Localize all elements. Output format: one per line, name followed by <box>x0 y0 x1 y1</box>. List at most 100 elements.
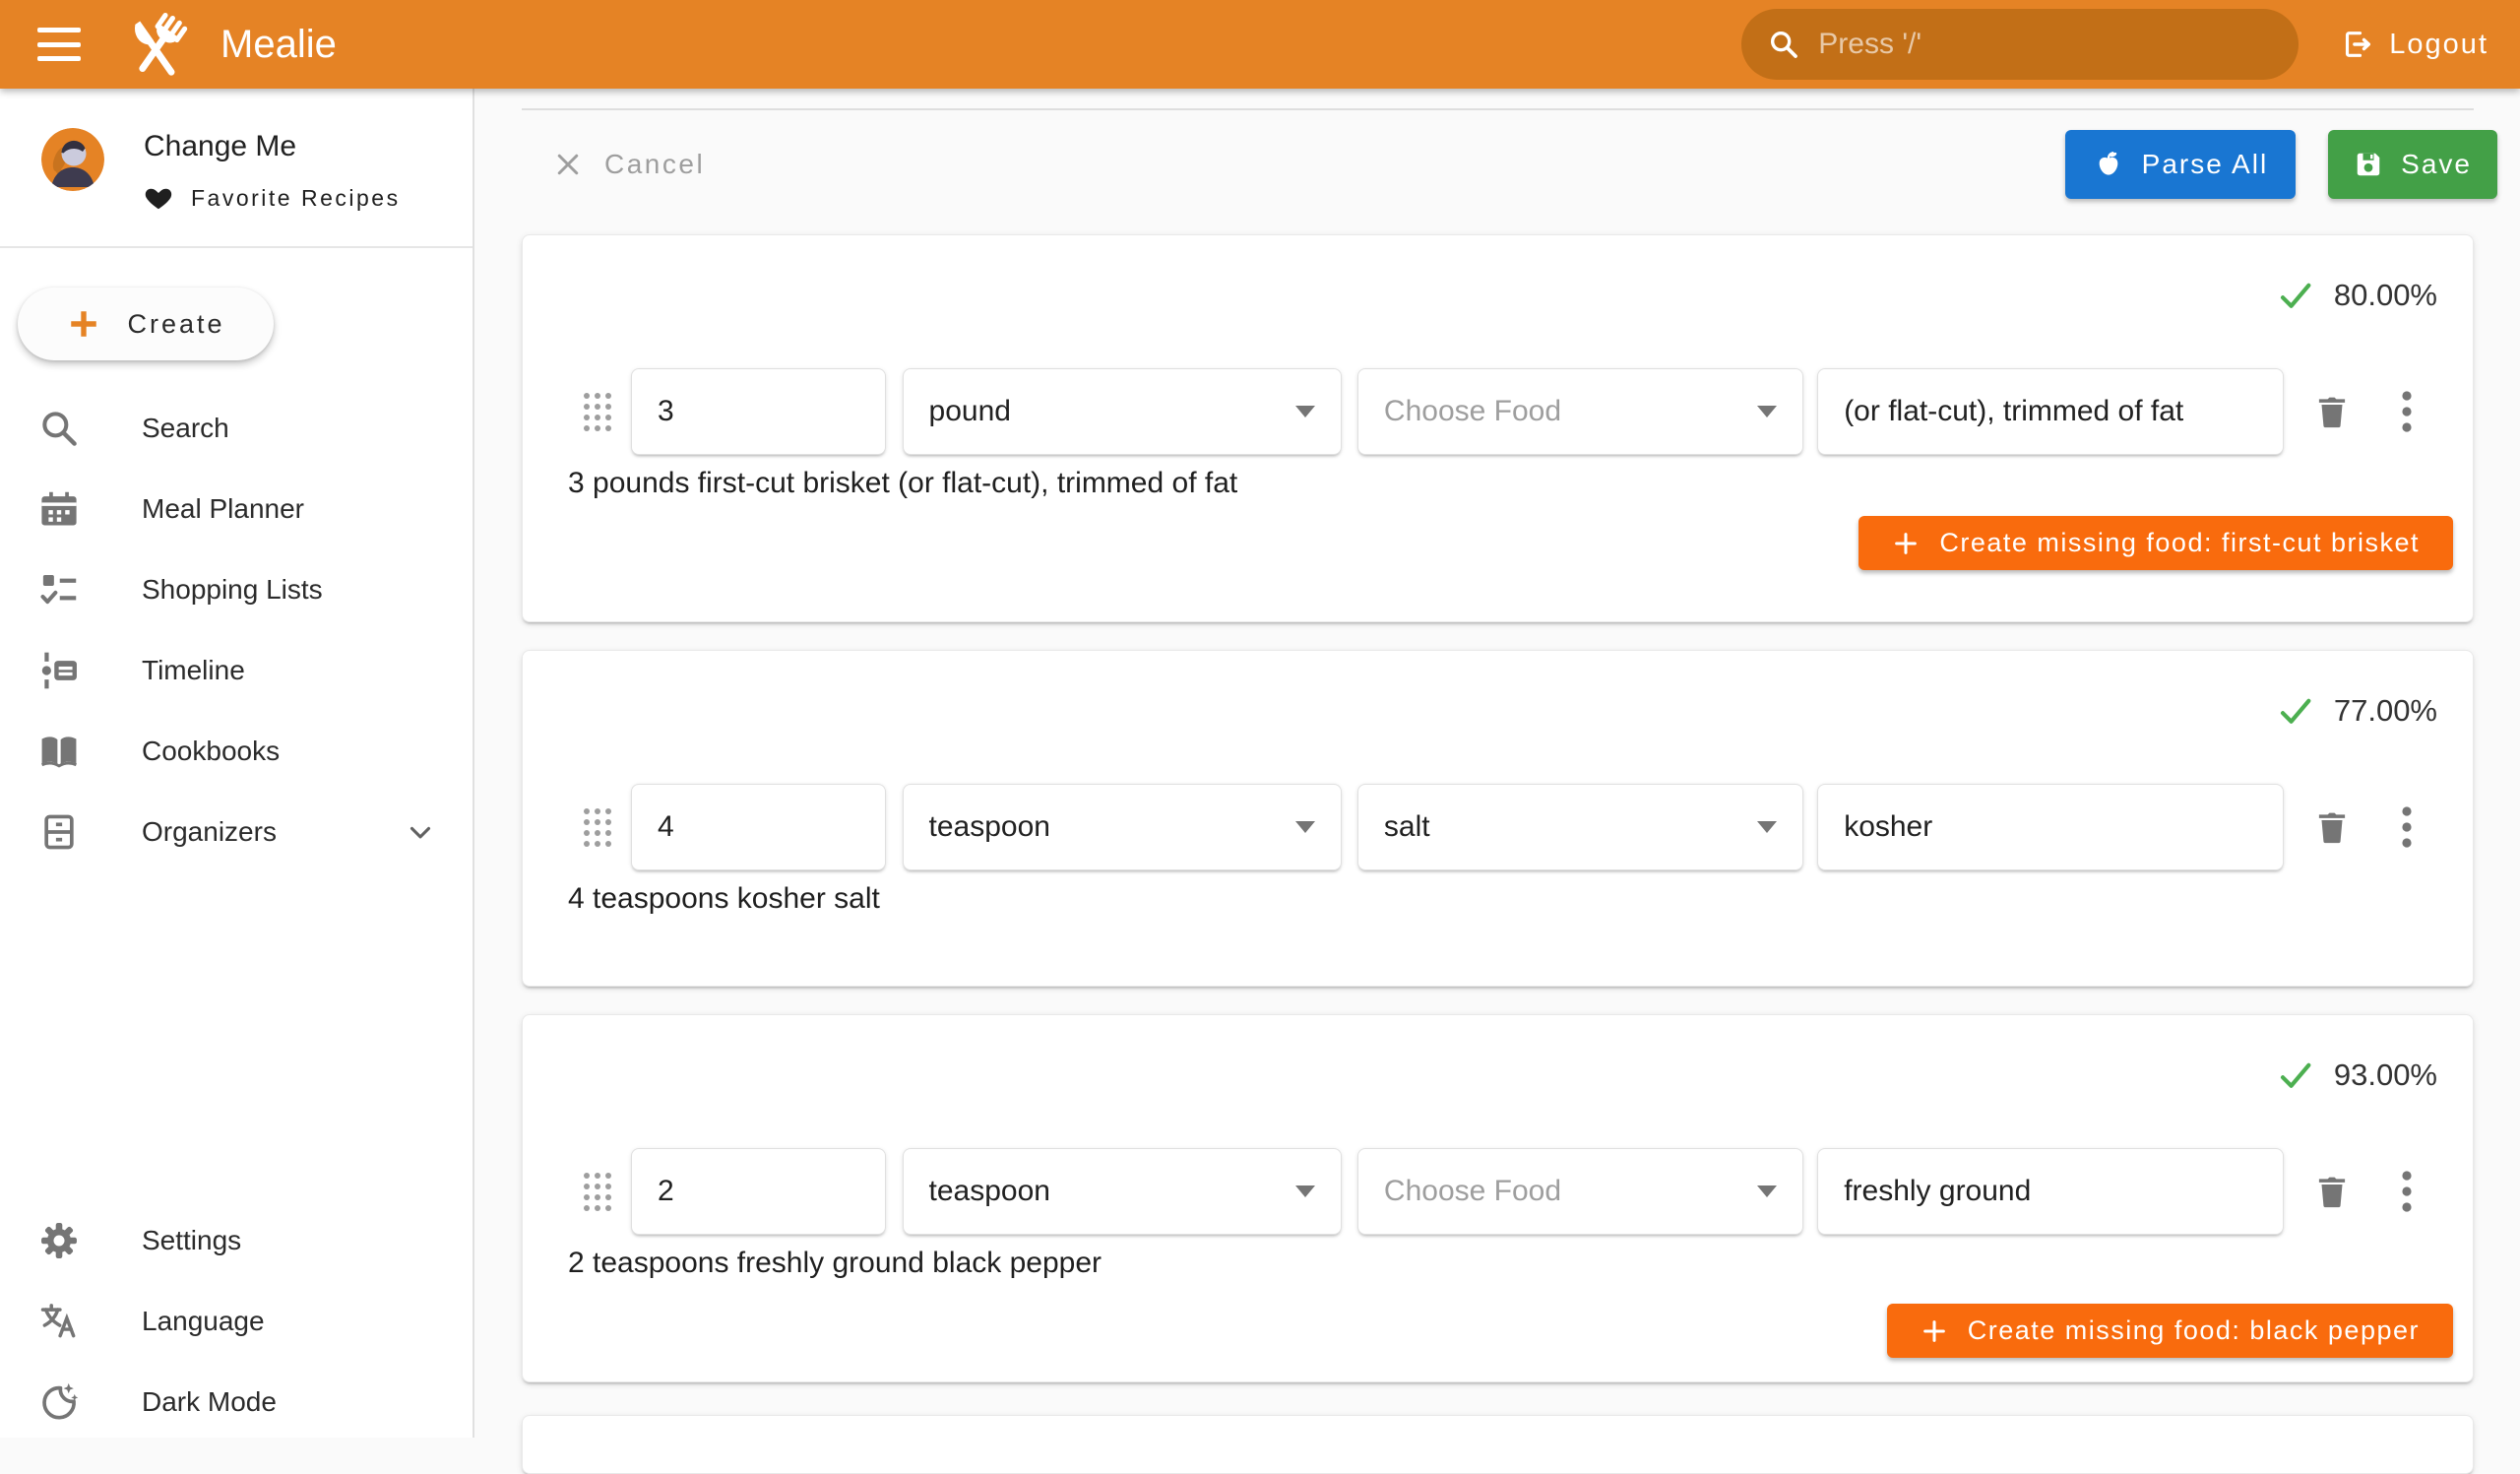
sidebar-item-language[interactable]: Language <box>0 1281 472 1362</box>
book-open-icon <box>37 730 81 773</box>
kebab-menu-icon[interactable] <box>2386 804 2427 850</box>
original-ingredient-text: 3 pounds first-cut brisket (or flat-cut)… <box>568 467 2427 500</box>
chevron-down-icon <box>404 815 437 849</box>
sidebar-item-label: Search <box>142 413 229 444</box>
food-select[interactable]: salt <box>1357 784 1803 870</box>
cancel-button[interactable]: Cancel <box>522 149 705 180</box>
apple-icon <box>2093 149 2124 180</box>
sidebar-item-label: Settings <box>142 1225 241 1256</box>
unit-select[interactable]: teaspoon <box>903 1148 1342 1235</box>
save-icon <box>2354 150 2383 179</box>
plus-icon <box>66 306 101 342</box>
note-input[interactable] <box>1844 395 2257 428</box>
drag-handle-icon[interactable] <box>584 1173 611 1211</box>
original-ingredient-text: 2 teaspoons freshly ground black pepper <box>568 1247 2427 1280</box>
sidebar-item-dark-mode[interactable]: Dark Mode <box>0 1362 472 1442</box>
original-ingredient-text: 4 teaspoons kosher salt <box>568 882 2427 916</box>
user-name: Change Me <box>144 130 401 163</box>
create-missing-food-label: Create missing food: first-cut brisket <box>1939 528 2420 558</box>
save-button[interactable]: Save <box>2328 130 2497 199</box>
ingredient-fields: teaspoon salt <box>584 784 2427 870</box>
quantity-input[interactable] <box>658 810 859 844</box>
menu-icon[interactable] <box>37 28 81 61</box>
sidebar-item-label: Organizers <box>142 816 277 848</box>
note-input[interactable] <box>1844 1175 2257 1208</box>
sidebar-item-shopping-lists[interactable]: Shopping Lists <box>0 549 472 630</box>
note-field[interactable] <box>1817 368 2284 455</box>
search-icon <box>1767 28 1800 61</box>
sidebar-item-meal-planner[interactable]: Meal Planner <box>0 469 472 549</box>
drag-handle-icon[interactable] <box>584 808 611 847</box>
unit-select[interactable]: teaspoon <box>903 784 1342 870</box>
favorites-label: Favorite Recipes <box>191 185 401 212</box>
food-select[interactable]: Choose Food <box>1357 1148 1803 1235</box>
note-field[interactable] <box>1817 1148 2284 1235</box>
dropdown-arrow-icon <box>1757 821 1777 833</box>
check-icon <box>2277 1057 2314 1094</box>
delete-icon[interactable] <box>2311 804 2353 850</box>
quantity-field[interactable] <box>631 368 886 455</box>
drag-handle-icon[interactable] <box>584 393 611 431</box>
avatar[interactable] <box>41 128 104 191</box>
sidebar-item-label: Cookbooks <box>142 736 280 767</box>
logout-label: Logout <box>2389 29 2488 61</box>
plus-icon <box>1921 1317 1948 1345</box>
sidebar-item-organizers[interactable]: Organizers <box>0 792 472 872</box>
mealie-logo-icon <box>124 9 195 80</box>
confidence-value: 80.00% <box>2334 278 2437 313</box>
delete-icon[interactable] <box>2311 389 2353 434</box>
logout-icon <box>2340 28 2373 61</box>
sidebar-item-search[interactable]: Search <box>0 388 472 469</box>
logout-button[interactable]: Logout <box>2340 28 2488 61</box>
save-label: Save <box>2401 149 2472 180</box>
note-field[interactable] <box>1817 784 2284 870</box>
sidebar: Change Me Favorite Recipes Create Search <box>0 89 474 1438</box>
kebab-menu-icon[interactable] <box>2386 1169 2427 1214</box>
calendar-icon <box>37 487 81 531</box>
sidebar-item-cookbooks[interactable]: Cookbooks <box>0 711 472 792</box>
sidebar-item-timeline[interactable]: Timeline <box>0 630 472 711</box>
checklist-icon <box>37 568 81 611</box>
create-button[interactable]: Create <box>18 288 274 360</box>
ingredient-card: 80.00% pound Choose Food <box>522 234 2474 622</box>
cabinet-icon <box>37 810 81 854</box>
global-search[interactable] <box>1741 9 2299 80</box>
sidebar-item-label: Timeline <box>142 655 245 686</box>
food-select[interactable]: Choose Food <box>1357 368 1803 455</box>
delete-icon[interactable] <box>2311 1169 2353 1214</box>
confidence-row: 93.00% <box>568 1015 2437 1094</box>
quantity-input[interactable] <box>658 1175 859 1208</box>
dropdown-arrow-icon <box>1295 1186 1315 1197</box>
confidence-row: 77.00% <box>568 651 2437 730</box>
unit-select[interactable]: pound <box>903 368 1342 455</box>
favorite-recipes-button[interactable]: Favorite Recipes <box>144 183 401 213</box>
cancel-label: Cancel <box>604 149 705 180</box>
heart-icon <box>144 183 173 213</box>
timeline-icon <box>37 649 81 692</box>
sidebar-item-label: Dark Mode <box>142 1386 277 1418</box>
main-content: Cancel Parse All Save 8 <box>474 89 2520 1438</box>
check-icon <box>2277 692 2314 730</box>
dropdown-arrow-icon <box>1295 406 1315 417</box>
search-input[interactable] <box>1818 28 2273 61</box>
moon-stars-icon <box>37 1380 81 1424</box>
parse-all-button[interactable]: Parse All <box>2065 130 2297 199</box>
quantity-field[interactable] <box>631 1148 886 1235</box>
create-missing-food-button[interactable]: Create missing food: black pepper <box>1887 1304 2453 1358</box>
confidence-value: 77.00% <box>2334 693 2437 729</box>
ingredient-card <box>522 1415 2474 1474</box>
kebab-menu-icon[interactable] <box>2386 389 2427 434</box>
translate-icon <box>37 1300 81 1343</box>
dropdown-arrow-icon <box>1757 1186 1777 1197</box>
quantity-field[interactable] <box>631 784 886 870</box>
create-missing-food-label: Create missing food: black pepper <box>1968 1315 2420 1346</box>
divider <box>522 108 2474 110</box>
food-value: salt <box>1384 810 1430 844</box>
create-missing-food-button[interactable]: Create missing food: first-cut brisket <box>1858 516 2453 570</box>
unit-value: pound <box>929 395 1011 428</box>
divider <box>0 246 472 248</box>
note-input[interactable] <box>1844 810 2257 844</box>
quantity-input[interactable] <box>658 395 859 428</box>
sidebar-item-settings[interactable]: Settings <box>0 1200 472 1281</box>
gear-icon <box>37 1219 81 1262</box>
